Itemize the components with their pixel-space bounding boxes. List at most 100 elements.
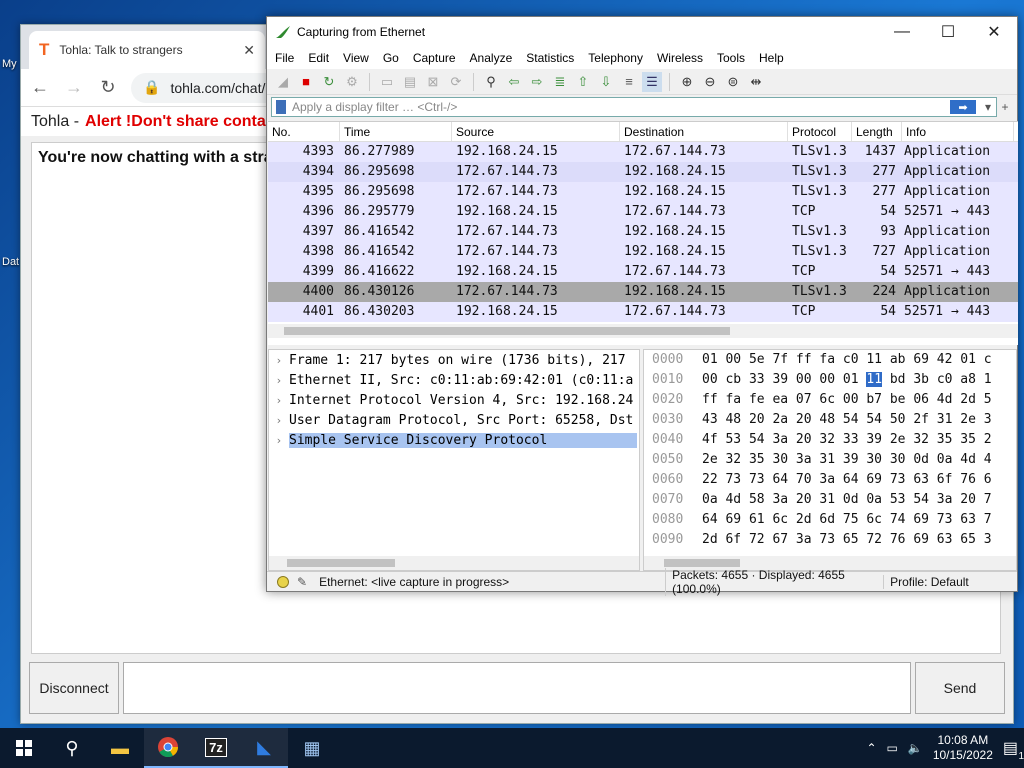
hex-bytes[interactable]: ff fa fe ea 07 6c 00 b7 be 06 4d 2d 5: [696, 390, 992, 410]
packet-row[interactable]: 4398 86.416542 172.67.144.73 192.168.24.…: [268, 242, 1018, 262]
scrollbar-thumb[interactable]: [287, 559, 395, 567]
packet-row[interactable]: 4395 86.295698 172.67.144.73 192.168.24.…: [268, 182, 1018, 202]
column-header-source[interactable]: Source: [452, 122, 620, 141]
menu-view[interactable]: View: [337, 51, 377, 65]
go-to-packet-icon[interactable]: ≣: [550, 72, 570, 92]
tree-item-selected[interactable]: › Simple Service Discovery Protocol: [269, 430, 639, 450]
menu-analyze[interactable]: Analyze: [464, 51, 521, 65]
packet-row[interactable]: 4397 86.416542 172.67.144.73 192.168.24.…: [268, 222, 1018, 242]
notifications-icon[interactable]: ▤ 1: [1003, 738, 1024, 762]
column-header-info[interactable]: Info: [902, 122, 1014, 141]
packet-row[interactable]: 4401 86.430203 192.168.24.15 172.67.144.…: [268, 302, 1018, 322]
back-arrow-icon[interactable]: ←: [29, 77, 51, 98]
hex-bytes[interactable]: 0a 4d 58 3a 20 31 0d 0a 53 54 3a 20 7: [696, 490, 992, 510]
expand-chevron-icon[interactable]: ›: [269, 374, 289, 387]
stop-capture-icon[interactable]: ■: [296, 72, 316, 92]
desktop-icon-label[interactable]: Dat: [2, 256, 19, 268]
expand-chevron-icon[interactable]: ›: [269, 394, 289, 407]
file-explorer-icon[interactable]: ▬: [96, 728, 144, 768]
filter-dropdown-icon[interactable]: ▾: [980, 100, 996, 114]
hex-bytes[interactable]: 64 69 61 6c 2d 6d 75 6c 74 69 73 63 7: [696, 510, 992, 530]
hex-bytes[interactable]: 4f 53 54 3a 20 32 33 39 2e 32 35 35 2: [696, 430, 992, 450]
start-capture-icon[interactable]: ◢: [273, 72, 293, 92]
disconnect-button[interactable]: Disconnect: [29, 662, 119, 714]
add-filter-button-icon[interactable]: +: [997, 100, 1013, 114]
normal-size-icon[interactable]: ⊜: [723, 72, 743, 92]
column-header-destination[interactable]: Destination: [620, 122, 788, 141]
hex-byte-highlighted[interactable]: 11: [866, 372, 883, 387]
open-file-icon[interactable]: ▭: [377, 72, 397, 92]
scrollbar-thumb[interactable]: [664, 559, 740, 567]
close-file-icon[interactable]: ⊠: [423, 72, 443, 92]
expand-chevron-icon[interactable]: ›: [269, 414, 289, 427]
send-button[interactable]: Send: [915, 662, 1005, 714]
go-back-icon[interactable]: ⇦: [504, 72, 524, 92]
scrollbar-thumb[interactable]: [284, 327, 730, 335]
resize-columns-icon[interactable]: ⇹: [746, 72, 766, 92]
wireshark-taskbar-icon[interactable]: ◣: [240, 728, 288, 768]
show-hidden-icons-icon[interactable]: ⌃: [866, 741, 876, 755]
hex-bytes[interactable]: 01 00 5e 7f ff fa c0 11 ab 69 42 01 c: [696, 350, 992, 370]
network-icon[interactable]: ▭: [887, 741, 898, 755]
details-hscrollbar[interactable]: [269, 556, 639, 570]
menu-edit[interactable]: Edit: [302, 51, 337, 65]
column-header-length[interactable]: Length: [852, 122, 902, 141]
packet-row-selected[interactable]: 4400 86.430126 172.67.144.73 192.168.24.…: [268, 282, 1018, 302]
minimize-icon[interactable]: —: [879, 23, 925, 41]
colorize-icon[interactable]: ☰: [642, 71, 662, 92]
find-packet-icon[interactable]: ⚲: [481, 72, 501, 92]
packet-row[interactable]: 4396 86.295779 192.168.24.15 172.67.144.…: [268, 202, 1018, 222]
tree-item[interactable]: › Internet Protocol Version 4, Src: 192.1…: [269, 390, 639, 410]
profile-text[interactable]: Profile: Default: [883, 574, 969, 589]
go-forward-icon[interactable]: ⇨: [527, 72, 547, 92]
menu-capture[interactable]: Capture: [407, 51, 464, 65]
menu-tools[interactable]: Tools: [711, 51, 753, 65]
tree-item[interactable]: › Ethernet II, Src: c0:11:ab:69:42:01 (c0…: [269, 370, 639, 390]
desktop-icon-label[interactable]: My: [2, 58, 17, 70]
hex-bytes[interactable]: 22 73 73 64 70 3a 64 69 73 63 6f 76 6: [696, 470, 992, 490]
message-input[interactable]: [123, 662, 911, 714]
menu-wireless[interactable]: Wireless: [651, 51, 711, 65]
restart-capture-icon[interactable]: ↻: [319, 72, 339, 92]
hex-bytes[interactable]: 2e 32 35 30 3a 31 39 30 30 0d 0a 4d 4: [696, 450, 992, 470]
column-header-time[interactable]: Time: [340, 122, 452, 141]
tree-item[interactable]: › Frame 1: 217 bytes on wire (1736 bits),…: [269, 350, 639, 370]
expand-chevron-icon[interactable]: ›: [269, 354, 289, 367]
save-file-icon[interactable]: ▤: [400, 72, 420, 92]
capture-options-icon[interactable]: ⚙: [342, 72, 362, 92]
menu-file[interactable]: File: [269, 51, 302, 65]
expert-info-icon[interactable]: [277, 575, 289, 588]
start-windows-icon[interactable]: [0, 728, 48, 768]
expand-chevron-icon[interactable]: ›: [269, 434, 289, 447]
network-config-icon[interactable]: ▦: [288, 728, 336, 768]
chrome-icon[interactable]: [144, 728, 192, 768]
column-header-no[interactable]: No.: [268, 122, 340, 141]
bookmark-icon[interactable]: [276, 100, 286, 114]
hex-bytes[interactable]: 2d 6f 72 67 3a 73 65 72 76 69 63 65 3: [696, 530, 992, 550]
menu-go[interactable]: Go: [377, 51, 407, 65]
reload-icon[interactable]: ↻: [97, 77, 119, 98]
search-icon[interactable]: ⚲: [48, 728, 96, 768]
tab-close-icon[interactable]: ✕: [243, 42, 255, 59]
packet-row[interactable]: 4394 86.295698 172.67.144.73 192.168.24.…: [268, 162, 1018, 182]
first-packet-icon[interactable]: ⇧: [573, 72, 593, 92]
menu-telephony[interactable]: Telephony: [582, 51, 651, 65]
hex-bytes[interactable]: 00 cb 33 39 00 00 01 11 bd 3b c0 a8 1: [696, 370, 992, 390]
clock[interactable]: 10:08 AM 10/15/2022: [933, 733, 993, 763]
tree-item[interactable]: › User Datagram Protocol, Src Port: 65258…: [269, 410, 639, 430]
last-packet-icon[interactable]: ⇩: [596, 72, 616, 92]
packet-list-hscrollbar[interactable]: [268, 324, 1018, 338]
autoscroll-icon[interactable]: ≡: [619, 72, 639, 92]
packet-row[interactable]: 4393 86.277989 192.168.24.15 172.67.144.…: [268, 142, 1018, 162]
browser-tab[interactable]: T Tohla: Talk to strangers ✕: [29, 31, 265, 69]
zoom-in-icon[interactable]: ⊕: [677, 72, 697, 92]
maximize-icon[interactable]: ☐: [925, 22, 971, 42]
packet-row[interactable]: 4399 86.416622 192.168.24.15 172.67.144.…: [268, 262, 1018, 282]
close-icon[interactable]: ✕: [971, 22, 1017, 42]
reload-file-icon[interactable]: ⟳: [446, 72, 466, 92]
menu-help[interactable]: Help: [753, 51, 792, 65]
capture-comment-icon[interactable]: ✎: [297, 575, 307, 589]
menu-statistics[interactable]: Statistics: [520, 51, 582, 65]
zoom-out-icon[interactable]: ⊖: [700, 72, 720, 92]
forward-arrow-icon[interactable]: →: [63, 77, 85, 98]
